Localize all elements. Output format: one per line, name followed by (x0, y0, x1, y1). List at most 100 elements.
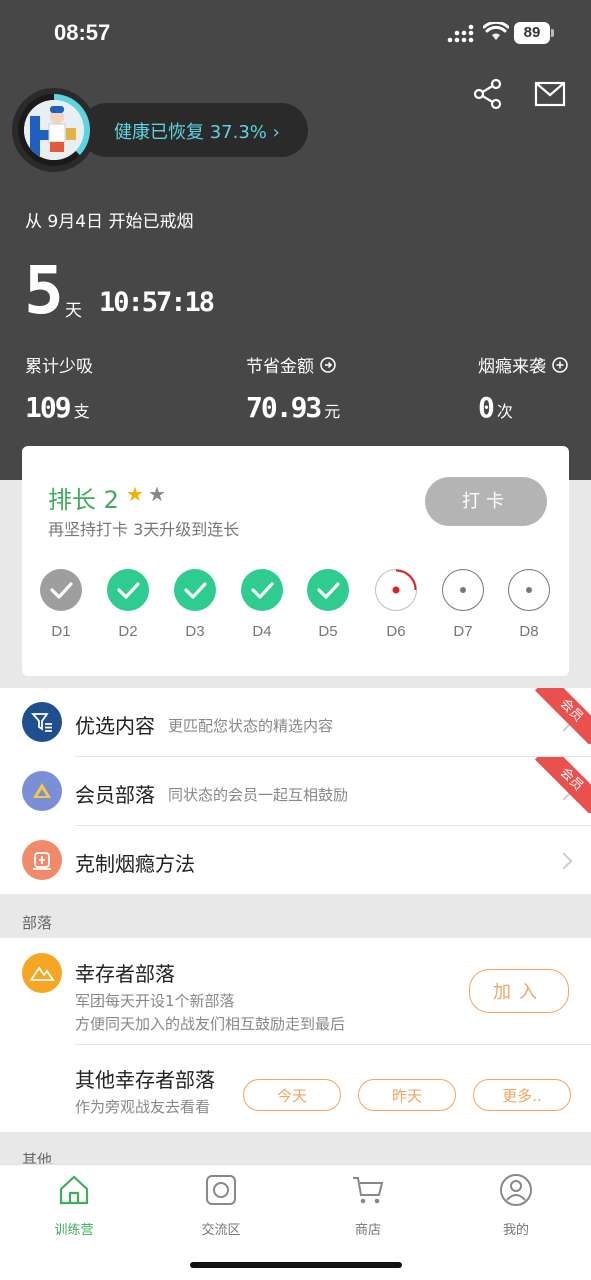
check-icon (107, 569, 149, 611)
stat-unit: 元 (324, 402, 341, 421)
stat-value: 70.93 (246, 391, 322, 424)
section-label-tribe: 部落 (22, 914, 53, 932)
checkin-day: D8 (508, 569, 550, 640)
chat-icon (206, 1175, 236, 1205)
rank-subtitle: 再坚持打卡 3天升级到连长 (48, 520, 240, 539)
other-tribe-title: 其他幸存者部落 (75, 1068, 215, 1092)
day-label: D7 (453, 623, 473, 640)
stat-unit: 支 (73, 402, 90, 421)
join-button[interactable]: 加入 (469, 969, 569, 1013)
arrow-circle-icon (320, 356, 336, 373)
check-icon (307, 569, 349, 611)
tribe-desc-line2: 方便同天加入的战友们相互鼓励走到最后 (75, 1015, 346, 1033)
star-empty-icon: ★ (147, 482, 166, 506)
status-time: 08:57 (54, 20, 111, 45)
share-icon[interactable] (472, 78, 504, 110)
stat-label: 烟瘾来袭 (478, 357, 546, 377)
tab-training-camp[interactable]: 训练营 (24, 1173, 124, 1238)
stat-value: 109 (25, 391, 72, 424)
filter-today-button[interactable]: 今天 (243, 1079, 341, 1111)
check-icon (174, 569, 216, 611)
lantern-icon (22, 840, 62, 880)
vip-badge: 会员 (535, 757, 591, 813)
day-label: D5 (318, 623, 338, 640)
filter-yesterday-button[interactable]: 昨天 (358, 1079, 456, 1111)
tab-community[interactable]: 交流区 (171, 1173, 271, 1238)
rank-title: 排长 2 (48, 486, 119, 514)
star-filled-icon: ★ (126, 482, 144, 506)
rank-stars: ★ ★ (126, 482, 166, 506)
check-icon (40, 569, 82, 611)
filter-more-button[interactable]: 更多.. (473, 1079, 571, 1111)
list-item-title: 克制烟瘾方法 (75, 852, 195, 876)
profile-icon (500, 1174, 532, 1206)
day-label: D8 (519, 623, 539, 640)
stat-cravings[interactable]: 烟瘾来袭 0次 (478, 352, 568, 424)
battery-level: 89 (514, 22, 550, 44)
checkin-day: D1 (40, 569, 82, 640)
tab-label: 我的 (502, 1223, 529, 1238)
stat-label: 累计少吸 (25, 357, 93, 377)
pending-day-icon (442, 569, 484, 611)
battery-icon: 89 (514, 22, 554, 44)
checkin-day: D6 (375, 569, 417, 640)
signal-icon (447, 24, 474, 43)
avatar-image (24, 100, 84, 160)
current-day-icon (375, 569, 417, 611)
wifi-icon (483, 22, 509, 40)
health-recovery-pill[interactable]: 健康已恢复 37.3% › (80, 103, 308, 157)
list-item-title: 优选内容 (75, 714, 155, 738)
pending-day-icon (508, 569, 550, 611)
list-item-craving-methods[interactable]: 克制烟瘾方法 (0, 826, 591, 894)
list-item-title: 会员部落 (75, 783, 155, 807)
stat-label: 节省金额 (246, 357, 314, 377)
days-count: 5 (24, 252, 64, 329)
tab-label: 交流区 (201, 1223, 241, 1238)
day-label: D3 (185, 623, 205, 640)
feature-list: 优选内容 更匹配您状态的精选内容 会员 会员部落 同状态的会员一起互相鼓励 会员… (0, 688, 591, 894)
tribe-title: 幸存者部落 (75, 962, 175, 986)
days-unit: 天 (65, 301, 82, 321)
list-item-desc: 更匹配您状态的精选内容 (168, 717, 334, 735)
other-tribe-desc: 作为旁观战友去看看 (75, 1098, 211, 1116)
checkin-day: D2 (107, 569, 149, 640)
plus-circle-icon (552, 356, 568, 373)
avatar[interactable] (12, 88, 96, 172)
mountain-icon (22, 953, 62, 993)
day-label: D4 (252, 623, 272, 640)
tab-profile[interactable]: 我的 (466, 1173, 566, 1238)
home-indicator (190, 1262, 402, 1268)
day-label: D2 (118, 623, 138, 640)
check-icon (241, 569, 283, 611)
home-icon (59, 1175, 89, 1205)
checkin-day: D3 (174, 569, 216, 640)
list-item-desc: 同状态的会员一起互相鼓励 (168, 786, 349, 804)
checkin-day: D5 (307, 569, 349, 640)
tribe-desc-line1: 军团每天开设1个新部落 (75, 992, 235, 1010)
tab-shop[interactable]: 商店 (318, 1173, 418, 1238)
checkin-button[interactable]: 打卡 (425, 477, 547, 526)
vip-badge: 会员 (535, 688, 591, 744)
checkin-day: D7 (442, 569, 484, 640)
triangle-icon (22, 771, 62, 811)
elapsed-clock: 10:57:18 (99, 287, 215, 318)
day-label: D1 (51, 623, 71, 640)
cart-icon (353, 1177, 384, 1204)
tab-label: 商店 (354, 1223, 381, 1238)
stat-unit: 次 (496, 402, 513, 421)
status-bar: 08:57 89 (0, 0, 591, 66)
health-progress-ring (18, 94, 90, 166)
stat-value: 0 (478, 391, 495, 424)
stat-cigarettes: 累计少吸 109 支 (25, 352, 93, 424)
filter-list-icon (22, 702, 62, 742)
header-panel: 08:57 89 健康已恢复 37.3% › 从 9月4日 开始已戒烟 5 天 … (0, 0, 591, 480)
tab-label: 训练营 (54, 1223, 94, 1238)
tribe-panel: 幸存者部落 军团每天开设1个新部落 方便同天加入的战友们相互鼓励走到最后 加入 … (0, 938, 591, 1132)
mail-icon[interactable] (534, 80, 566, 108)
list-item-member-tribe[interactable]: 会员部落 同状态的会员一起互相鼓励 会员 (0, 757, 591, 825)
rank-card: 排长 2 ★ ★ 再坚持打卡 3天升级到连长 打卡 D1 D2 D3 D4 D5 D6 D7 D… (22, 446, 569, 676)
list-item-featured-content[interactable]: 优选内容 更匹配您状态的精选内容 会员 (0, 688, 591, 756)
stat-money-saved[interactable]: 节省金额 70.93 元 (246, 352, 340, 424)
health-recovery-text: 健康已恢复 37.3% › (114, 122, 280, 143)
checkin-day: D4 (241, 569, 283, 640)
